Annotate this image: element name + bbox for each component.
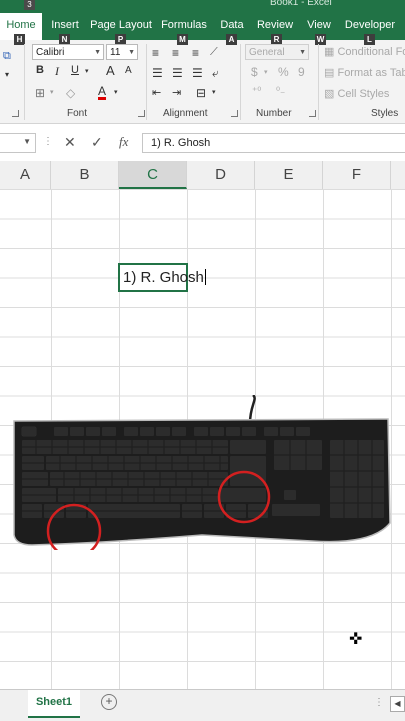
keytip-view: W [315, 34, 326, 45]
font-launcher-icon[interactable] [138, 110, 145, 117]
chevron-down-icon[interactable]: ▾ [50, 88, 54, 96]
chevron-down-icon[interactable]: ▾ [114, 88, 118, 96]
align-top-icon[interactable]: ≡ [152, 46, 159, 60]
font-name-value: Calibri [36, 47, 65, 58]
wrap-text-icon[interactable]: ⤶ [212, 66, 219, 81]
increase-indent-icon[interactable]: ⇥ [172, 86, 181, 99]
column-headers: A B C D E F [0, 161, 405, 190]
copy-icon[interactable]: ⧉ [3, 50, 11, 63]
comma-button[interactable]: 9 [298, 65, 305, 79]
keyboard-image [13, 395, 391, 550]
align-middle-icon[interactable]: ≡ [172, 46, 179, 60]
formula-input[interactable]: 1) R. Ghosh [142, 133, 405, 153]
merge-center-icon[interactable]: ⊟ [196, 86, 206, 100]
number-launcher-icon[interactable] [309, 110, 316, 117]
chevron-down-icon: ▼ [128, 49, 135, 56]
conditional-formatting-button[interactable]: ▦ Conditional Form [324, 45, 405, 58]
active-cell-c4[interactable]: 1) R. Ghosh [118, 263, 206, 292]
column-header-c[interactable]: C [119, 161, 187, 189]
chevron-down-icon: ▼ [299, 49, 306, 56]
alignment-group-label: Alignment [163, 108, 208, 119]
column-header-g[interactable] [391, 161, 405, 189]
name-box[interactable]: ▼ [0, 133, 36, 153]
font-size-value: 11 [110, 47, 121, 58]
text-caret [204, 269, 206, 285]
number-format-value: General [249, 47, 285, 58]
number-format-box[interactable]: General ▼ [245, 44, 309, 60]
keytip-developer: L [364, 34, 375, 45]
font-color-button[interactable]: A [98, 84, 106, 98]
font-group-label: Font [67, 108, 88, 119]
column-header-b[interactable]: B [51, 161, 119, 189]
column-header-a[interactable]: A [0, 161, 51, 189]
borders-icon[interactable]: ⊞ [35, 86, 45, 100]
sheet-tab-bar: Sheet1 + ⋮ ◀ [0, 689, 405, 721]
ribbon-separator [146, 44, 147, 120]
column-header-d[interactable]: D [187, 161, 255, 189]
cell-styles-icon: ▧ [324, 88, 335, 100]
chevron-down-icon: ▼ [94, 49, 101, 56]
add-sheet-button[interactable]: + [101, 694, 117, 710]
ribbon-separator [240, 44, 241, 120]
paste-dropdown-icon[interactable]: ▾ [5, 70, 9, 79]
drag-handle-icon[interactable]: ⋮ [43, 136, 53, 147]
grow-font-button[interactable]: A [106, 63, 115, 78]
insert-function-button[interactable]: fx [119, 134, 128, 150]
chevron-down-icon[interactable]: ▾ [212, 88, 216, 96]
format-as-table-button[interactable]: ▤ Format as Table [324, 66, 405, 79]
shrink-font-button[interactable]: A [125, 65, 132, 76]
table-icon: ▤ [324, 67, 335, 79]
cell-value: 1) R. Ghosh [123, 269, 204, 286]
decrease-decimal-icon[interactable]: ⁰₋ [276, 86, 285, 97]
styles-group-label: Styles [371, 108, 399, 119]
ribbon: H N P M A R W L ⧉ ▾ Calibri ▼ 11 ▼ B I U… [0, 34, 405, 124]
align-right-icon[interactable]: ☰ [192, 66, 203, 80]
bold-button[interactable]: B [36, 64, 44, 76]
chevron-down-icon: ▼ [23, 137, 31, 146]
currency-button[interactable]: $ [251, 65, 258, 79]
enter-button[interactable]: ✓ [91, 134, 103, 151]
align-bottom-icon[interactable]: ≡ [192, 46, 199, 60]
decrease-indent-icon[interactable]: ⇤ [152, 86, 161, 99]
font-name-box[interactable]: Calibri ▼ [32, 44, 104, 60]
column-header-e[interactable]: E [255, 161, 323, 189]
formula-bar: ▼ ⋮ ✕ ✓ fx 1) R. Ghosh [0, 124, 405, 162]
window-title: Book1 - Excel [270, 0, 332, 8]
cell-styles-label: Cell Styles [337, 88, 390, 100]
drag-handle-icon[interactable]: ⋮ [374, 697, 384, 708]
format-as-table-label: Format as Table [337, 67, 405, 79]
clipboard-launcher-icon[interactable] [12, 110, 19, 117]
orientation-icon[interactable]: ⟋ [210, 46, 218, 59]
chevron-down-icon[interactable]: ▾ [264, 68, 268, 76]
alignment-launcher-icon[interactable] [231, 110, 238, 117]
fill-color-icon[interactable]: ◇ [66, 86, 75, 100]
align-center-icon[interactable]: ☰ [172, 66, 183, 80]
cell-cursor-icon: ✜ [349, 631, 363, 648]
percent-button[interactable]: % [278, 65, 289, 79]
conditional-formatting-label: Conditional Form [337, 46, 405, 58]
keytip-formulas: M [177, 34, 188, 45]
italic-button[interactable]: I [55, 64, 59, 79]
number-group-label: Number [256, 108, 292, 119]
scroll-left-button[interactable]: ◀ [390, 696, 405, 712]
cancel-button[interactable]: ✕ [64, 134, 76, 151]
chevron-down-icon[interactable]: ▾ [85, 67, 89, 75]
cell-styles-button[interactable]: ▧ Cell Styles [324, 87, 389, 100]
ribbon-separator [318, 44, 319, 120]
ribbon-separator [24, 44, 25, 120]
quick-access-keytip: 3 [24, 0, 35, 10]
sheet-tab-sheet1[interactable]: Sheet1 [28, 690, 80, 718]
conditional-formatting-icon: ▦ [324, 46, 335, 58]
font-size-box[interactable]: 11 ▼ [106, 44, 138, 60]
underline-button[interactable]: U [71, 64, 79, 76]
increase-decimal-icon[interactable]: ⁺⁰ [252, 86, 261, 97]
align-left-icon[interactable]: ☰ [152, 66, 163, 80]
keytip-data: A [226, 34, 237, 45]
column-header-f[interactable]: F [323, 161, 391, 189]
